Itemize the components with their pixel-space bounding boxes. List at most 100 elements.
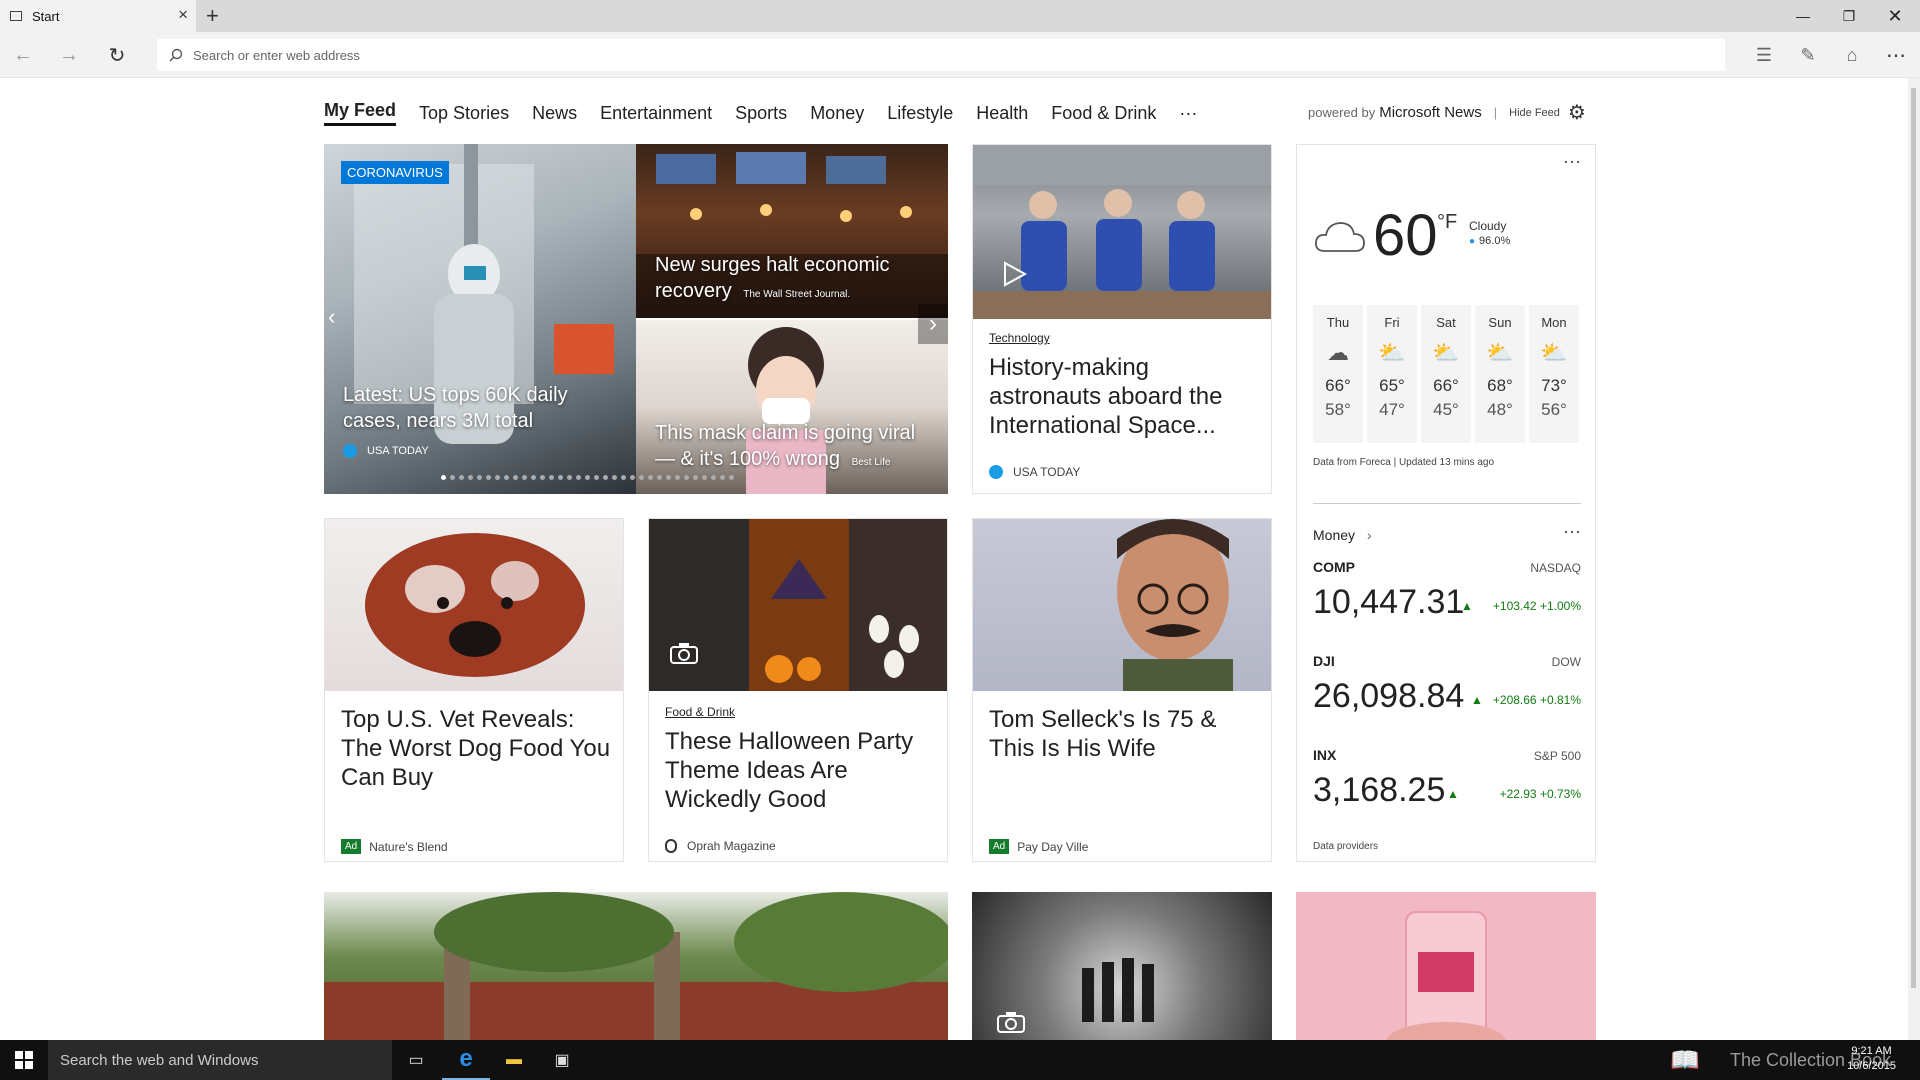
halloween-category[interactable]: Food & Drink <box>665 705 735 719</box>
humidity-drop-icon: ● <box>1469 235 1476 247</box>
stock-row[interactable]: INX S&P 500 3,168.25 ▲ +22.93 +0.73% <box>1313 747 1581 841</box>
store-icon[interactable]: ▣ <box>538 1040 586 1080</box>
stock-row[interactable]: COMP NASDAQ 10,447.31 ▲ +103.42 +1.00% <box>1313 559 1581 653</box>
stock-row[interactable]: DJI DOW 26,098.84 ▲ +208.66 +0.81% <box>1313 653 1581 747</box>
astronauts-card[interactable]: Technology History-making astronauts abo… <box>972 144 1272 494</box>
selleck-headline[interactable]: Tom Selleck's Is 75 & This Is His Wife <box>989 705 1261 763</box>
page-scrollbar[interactable] <box>1908 78 1920 1040</box>
astronauts-headline[interactable]: History-making astronauts aboard the Int… <box>989 353 1259 440</box>
halloween-card[interactable]: Food & Drink These Halloween Party Theme… <box>648 518 948 862</box>
hero-main-headline[interactable]: Latest: US tops 60K daily cases, nears 3… <box>343 382 623 434</box>
halloween-source: Oprah Magazine <box>687 839 776 853</box>
tab-start[interactable]: Start × <box>0 0 196 32</box>
hero-main-image: CORONAVIRUS Latest: US tops 60K daily ca… <box>324 144 636 494</box>
weather-unit[interactable]: °F <box>1437 211 1457 234</box>
garnier-ad-card[interactable] <box>1296 892 1596 1040</box>
more-categories-button[interactable]: ··· <box>1179 103 1197 124</box>
more-icon[interactable]: ⋯ <box>1880 40 1912 70</box>
windows-logo-icon <box>15 1051 33 1069</box>
tab-news[interactable]: News <box>532 103 577 124</box>
forecast-day[interactable]: Sun ⛅ 68° 48° <box>1475 305 1525 443</box>
up-arrow-icon: ▲ <box>1447 787 1459 801</box>
halloween-headline[interactable]: These Halloween Party Theme Ideas Are Wi… <box>665 727 937 814</box>
tab-lifestyle[interactable]: Lifestyle <box>887 103 953 124</box>
snowy-dog-photo <box>365 533 585 677</box>
man-with-mustache-photo <box>1117 519 1233 691</box>
money-more-icon[interactable]: ··· <box>1563 521 1581 542</box>
ad-badge: Ad <box>989 839 1010 854</box>
astronauts-category[interactable]: Technology <box>989 331 1050 345</box>
story2-source: The Wall Street Journal. <box>743 289 851 300</box>
hide-feed-link[interactable]: Hide Feed <box>1509 107 1560 119</box>
clock-date: 10/6/2015 <box>1847 1060 1896 1072</box>
hero-carousel[interactable]: CORONAVIRUS Latest: US tops 60K daily ca… <box>324 144 948 494</box>
play-icon[interactable] <box>1001 261 1028 287</box>
close-window-button[interactable]: ✕ <box>1872 0 1918 32</box>
garnier-image <box>1296 892 1596 1040</box>
web-note-icon[interactable]: ✎ <box>1792 40 1824 70</box>
taskbar-search-placeholder[interactable]: Search the web and Windows <box>60 1052 258 1069</box>
new-tab-button[interactable]: + <box>206 3 219 29</box>
cloudy-icon <box>1315 222 1365 252</box>
tab-food-drink[interactable]: Food & Drink <box>1051 103 1156 124</box>
movie-card[interactable] <box>972 892 1272 1040</box>
minimize-button[interactable]: — <box>1780 0 1826 32</box>
carousel-next-icon[interactable]: › <box>918 304 948 344</box>
back-button[interactable]: ← <box>8 40 38 70</box>
hub-icon[interactable]: ☰ <box>1748 40 1780 70</box>
selleck-card[interactable]: Tom Selleck's Is 75 & This Is His Wife A… <box>972 518 1272 862</box>
forecast-day[interactable]: Thu ☁ 66° 58° <box>1313 305 1363 443</box>
weather-footer[interactable]: Data from Foreca | Updated 13 mins ago <box>1313 457 1494 468</box>
tab-my-feed[interactable]: My Feed <box>324 100 397 126</box>
money-title[interactable]: Money <box>1313 527 1355 543</box>
share-icon[interactable]: ⌂ <box>1836 40 1868 70</box>
dog-food-headline[interactable]: Top U.S. Vet Reveals: The Worst Dog Food… <box>341 705 613 792</box>
dog-food-source: Nature's Blend <box>369 839 448 854</box>
page-icon <box>10 11 22 21</box>
forecast-day[interactable]: Sat ⛅ 66° 45° <box>1421 305 1471 443</box>
taskbar-search-box[interactable]: Search the web and Windows <box>48 1040 392 1080</box>
astronauts-source: USA TODAY <box>1013 465 1081 479</box>
money-footer[interactable]: Data providers <box>1313 841 1378 852</box>
feed-category-nav: My Feed Top Stories News Entertainment S… <box>324 98 1220 128</box>
chevron-right-icon[interactable]: › <box>1367 527 1372 543</box>
hero-main-source: USA TODAY <box>367 445 429 457</box>
movie-still-image <box>972 892 1272 1040</box>
weather-more-icon[interactable]: ··· <box>1563 151 1581 172</box>
dog-food-card[interactable]: Top U.S. Vet Reveals: The Worst Dog Food… <box>324 518 624 862</box>
clock-time: 9:21 AM <box>1851 1045 1892 1057</box>
brick-gate-photo <box>324 892 948 1040</box>
tab-entertainment[interactable]: Entertainment <box>600 103 712 124</box>
powered-by: powered by Microsoft News | Hide Feed ⚙ <box>1308 100 1586 125</box>
forward-button[interactable]: → <box>54 40 84 70</box>
tab-money[interactable]: Money <box>810 103 864 124</box>
halloween-party-collage <box>649 519 947 691</box>
taskbar-clock[interactable]: 9:21 AM 10/6/2015 <box>1847 1044 1896 1074</box>
bar-image: New surges halt economic recovery The Wa… <box>636 144 948 318</box>
carousel-dots[interactable] <box>441 475 734 480</box>
start-button[interactable] <box>0 1040 48 1080</box>
healthcare-worker-image <box>354 144 614 444</box>
address-input[interactable] <box>193 47 1093 63</box>
tab-health[interactable]: Health <box>976 103 1028 124</box>
file-explorer-icon[interactable]: ▬ <box>490 1040 538 1080</box>
stock-list: COMP NASDAQ 10,447.31 ▲ +103.42 +1.00% D… <box>1313 559 1581 859</box>
close-tab-icon[interactable]: × <box>178 6 188 23</box>
forecast-day[interactable]: Mon ⛅ 73° 56° <box>1529 305 1579 443</box>
mask-image: This mask claim is going viral — & it's … <box>636 320 948 494</box>
gear-icon[interactable]: ⚙ <box>1568 100 1586 125</box>
edge-browser-icon[interactable]: e <box>442 1040 490 1080</box>
dog-image <box>325 519 623 691</box>
campus-card[interactable] <box>324 892 948 1040</box>
tab-sports[interactable]: Sports <box>735 103 787 124</box>
up-arrow-icon: ▲ <box>1471 693 1483 707</box>
refresh-button[interactable]: ↻ <box>102 40 132 70</box>
forecast-day[interactable]: Fri ⛅ 65° 47° <box>1367 305 1417 443</box>
scrollbar-thumb[interactable] <box>1911 88 1916 988</box>
carousel-prev-icon[interactable]: ‹ <box>328 304 335 330</box>
tab-top-stories[interactable]: Top Stories <box>419 103 509 124</box>
selleck-image <box>973 519 1271 691</box>
address-box[interactable] <box>157 39 1725 71</box>
task-view-icon[interactable]: ▭ <box>392 1040 440 1080</box>
restore-button[interactable]: ❐ <box>1826 0 1872 32</box>
